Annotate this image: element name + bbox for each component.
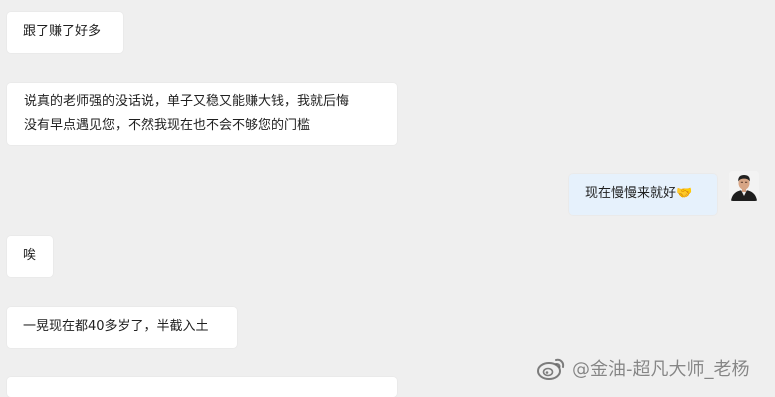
message-text: 跟了赚了好多	[23, 24, 102, 39]
chat-thread: 跟了赚了好多 说真的老师强的没话说，单子又稳又能赚大钱，我就后悔 没有早点遇见您…	[0, 0, 775, 397]
message-text: 唉	[23, 248, 37, 263]
message-bubble-outgoing[interactable]: 现在慢慢来就好🤝	[569, 174, 717, 215]
message-text: 没有早点遇见您，不然我现在也不会不够您的门槛	[24, 118, 311, 133]
message-bubble-incoming[interactable]: 唉	[7, 236, 53, 277]
message-text: 说真的老师强的没话说，单子又稳又能赚大钱，我就后悔	[24, 94, 350, 109]
message-bubble-incoming-partial[interactable]	[7, 377, 397, 397]
weibo-icon	[537, 358, 565, 380]
message-text: 现在慢慢来就好🤝	[585, 186, 693, 201]
message-text: 一晃现在都40多岁了，半截入土	[23, 319, 209, 334]
message-bubble-incoming[interactable]: 一晃现在都40多岁了，半截入土	[7, 307, 237, 348]
message-bubble-incoming[interactable]: 说真的老师强的没话说，单子又稳又能赚大钱，我就后悔 没有早点遇见您，不然我现在也…	[7, 83, 397, 145]
watermark-text: @金油-超凡大师_老杨	[572, 359, 750, 380]
user-avatar[interactable]	[729, 171, 759, 201]
message-bubble-incoming[interactable]: 跟了赚了好多	[7, 12, 123, 53]
person-icon	[729, 171, 759, 201]
weibo-watermark: @金油-超凡大师_老杨	[536, 353, 750, 383]
